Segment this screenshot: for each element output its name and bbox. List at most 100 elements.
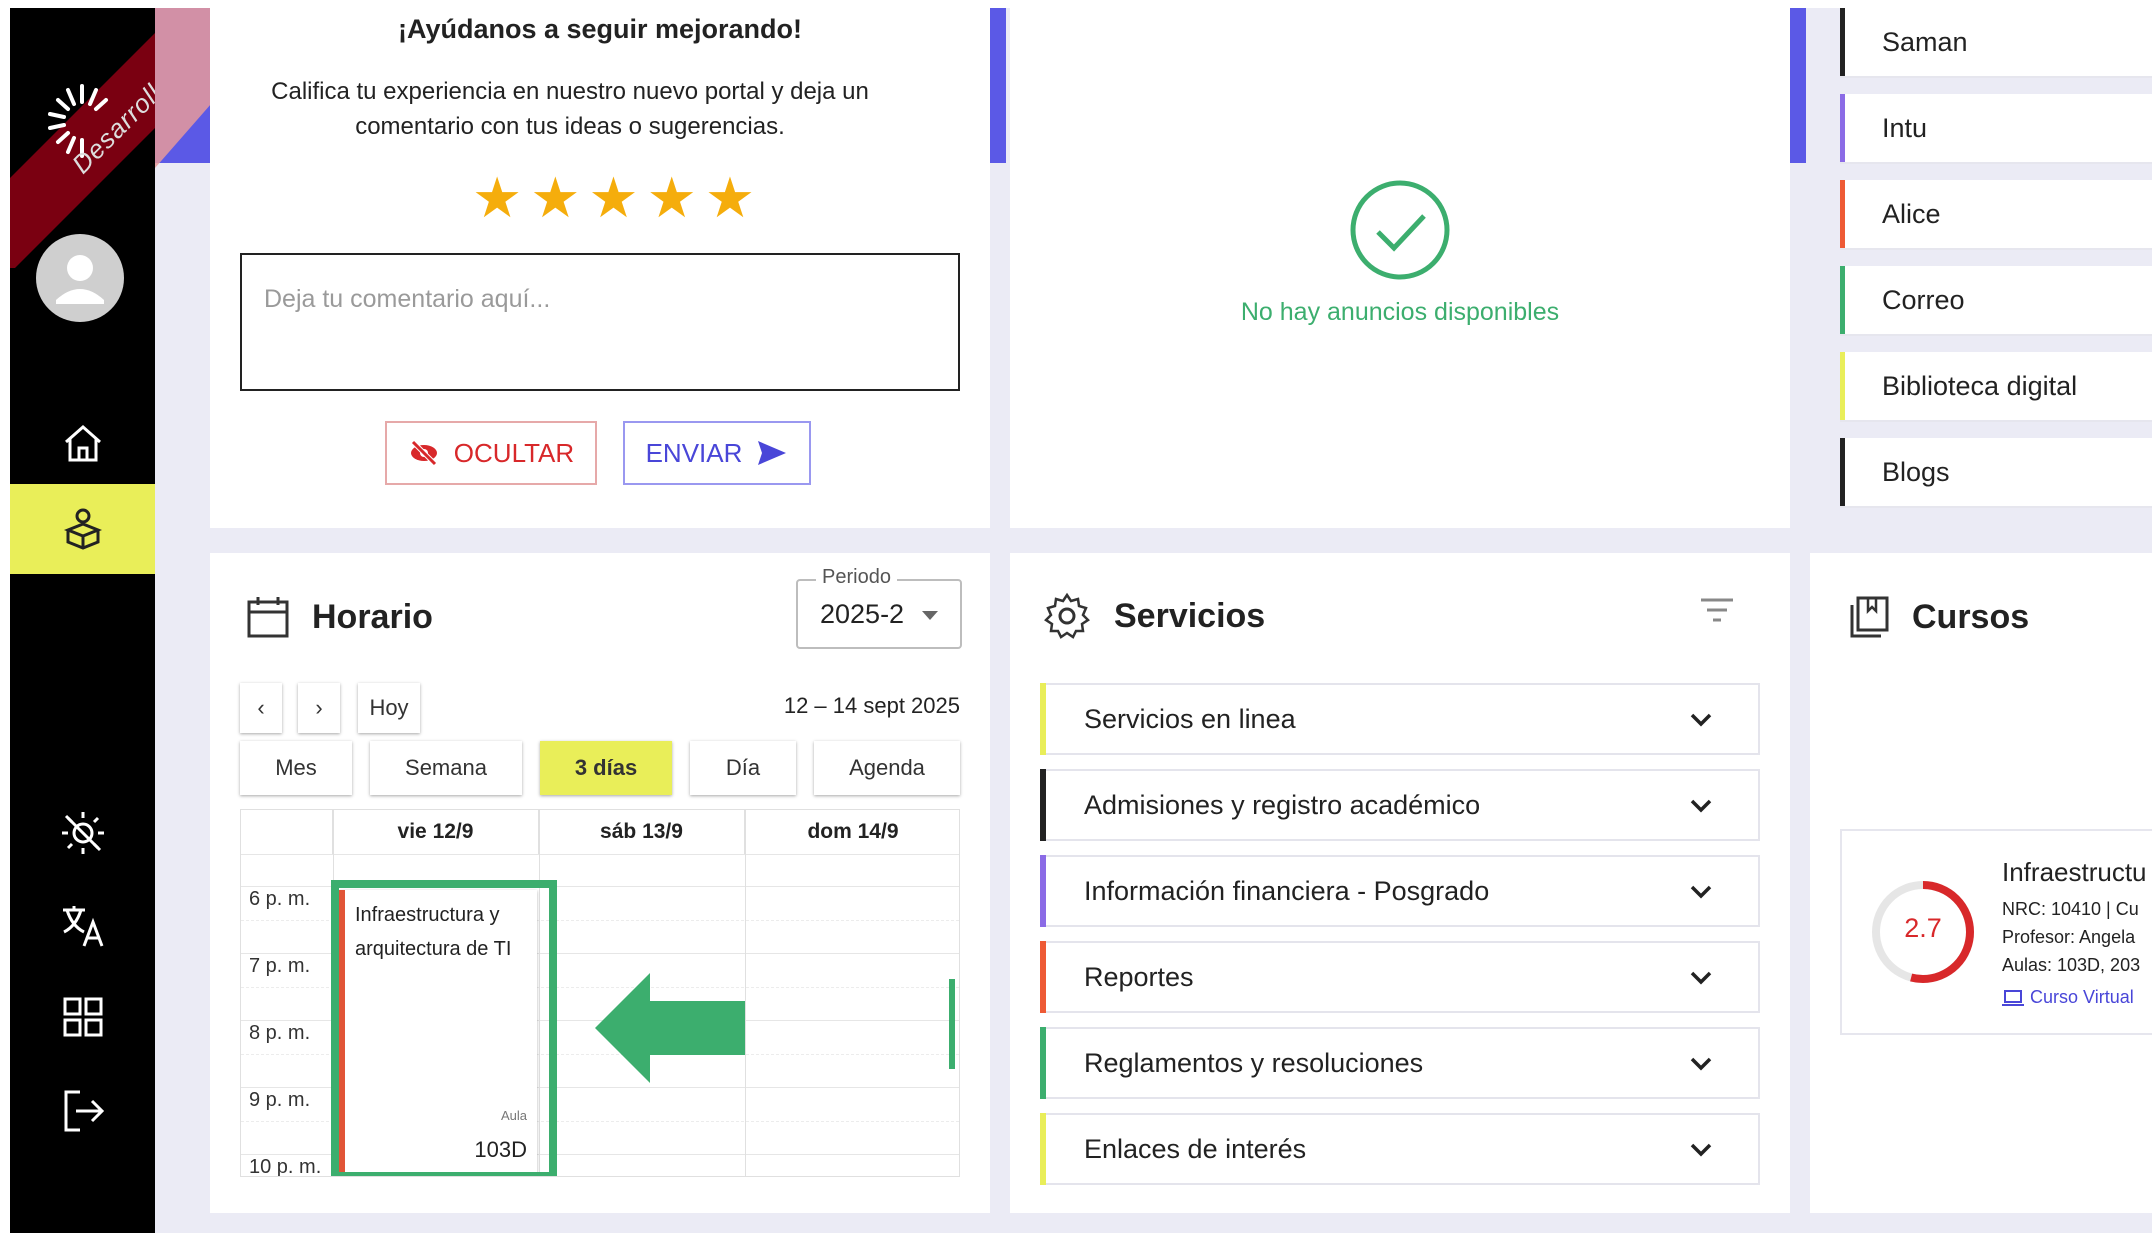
- send-button[interactable]: ENVIAR: [623, 421, 811, 485]
- send-label: ENVIAR: [645, 437, 743, 468]
- service-item[interactable]: Reglamentos y resoluciones: [1040, 1027, 1760, 1099]
- student-icon: [63, 508, 102, 550]
- link-label: Intu: [1882, 112, 1928, 143]
- schedule-card: Horario Periodo 2025-2 ‹ › Hoy 12 – 14 s…: [210, 553, 990, 1213]
- chevron-down-icon: [1690, 1057, 1712, 1071]
- view-day[interactable]: Día: [690, 741, 796, 795]
- translate-icon: [62, 906, 103, 947]
- virtual-course-link[interactable]: Curso Virtual: [2002, 987, 2134, 1008]
- service-label: Información financiera - Posgrado: [1084, 875, 1490, 906]
- link-label: Correo: [1882, 284, 1965, 315]
- view-agenda[interactable]: Agenda: [814, 741, 960, 795]
- view-3days[interactable]: 3 días: [540, 741, 672, 795]
- service-label: Reglamentos y resoluciones: [1084, 1047, 1424, 1078]
- service-label: Servicios en linea: [1084, 703, 1296, 734]
- link-bar: [1840, 438, 1845, 506]
- grid-line: [241, 854, 959, 855]
- grid-icon: [63, 997, 102, 1037]
- comment-input[interactable]: Deja tu comentario aquí...: [240, 253, 960, 391]
- service-bar: [1040, 769, 1046, 841]
- grid-line: [745, 810, 746, 1176]
- arrow-left-icon: [595, 973, 745, 1083]
- time-label: 6 p. m.: [249, 888, 311, 910]
- service-item[interactable]: Servicios en linea: [1040, 683, 1760, 755]
- course-name: Infraestructu: [2002, 857, 2147, 887]
- nav-home[interactable]: [10, 398, 155, 488]
- service-label: Reportes: [1084, 961, 1194, 992]
- star-icon[interactable]: ★: [647, 170, 697, 226]
- today-button[interactable]: Hoy: [358, 683, 420, 733]
- link-bar: [1840, 8, 1845, 76]
- calendar-icon: [247, 597, 289, 638]
- accent-bar: [1790, 8, 1806, 163]
- link-bar: [1840, 352, 1845, 420]
- star-icon[interactable]: ★: [472, 170, 522, 226]
- star-rating[interactable]: ★ ★ ★ ★ ★: [472, 170, 755, 226]
- virtual-course-label: Curso Virtual: [2030, 987, 2134, 1007]
- services-card: Servicios Servicios en linea Admisiones …: [1010, 553, 1790, 1213]
- service-item[interactable]: Enlaces de interés: [1040, 1113, 1760, 1185]
- chevron-down-icon: [1690, 799, 1712, 813]
- view-month[interactable]: Mes: [240, 741, 352, 795]
- caret-down-icon: [922, 611, 938, 620]
- courses-card: Cursos 2.7 Infraestructu NRC: 10410 | Cu…: [1810, 553, 2152, 1213]
- send-icon: [758, 441, 787, 465]
- time-header: [241, 810, 333, 854]
- filter-icon[interactable]: [1700, 597, 1734, 623]
- period-value: 2025-2: [820, 599, 905, 629]
- prev-button[interactable]: ‹: [240, 683, 282, 733]
- link-label: Biblioteca digital: [1882, 370, 2078, 401]
- portal-screen: Desarrollo ¡Ayúdanos a seguir mejorando!…: [10, 8, 2152, 1233]
- check-circle-icon: [1350, 180, 1450, 280]
- link-alice[interactable]: Alice: [1840, 180, 2152, 250]
- service-bar: [1040, 683, 1046, 755]
- announcements-card: No hay anuncios disponibles: [1010, 8, 1790, 528]
- schedule-title: Horario: [246, 595, 433, 639]
- service-label: Admisiones y registro académico: [1084, 789, 1481, 820]
- chevron-down-icon: [1690, 885, 1712, 899]
- nav-academic[interactable]: [10, 484, 155, 574]
- course-rooms: Aulas: 103D, 203: [2002, 955, 2141, 975]
- time-label: 7 p. m.: [249, 955, 311, 977]
- service-bar: [1040, 941, 1046, 1013]
- link-correo[interactable]: Correo: [1840, 266, 2152, 336]
- time-label: 8 p. m.: [249, 1022, 311, 1044]
- link-label: Saman: [1882, 26, 1968, 57]
- services-title-text: Servicios: [1114, 596, 1266, 635]
- service-item[interactable]: Información financiera - Posgrado: [1040, 855, 1760, 927]
- link-bar: [1840, 180, 1845, 248]
- book-icon: [1850, 596, 1889, 638]
- star-icon[interactable]: ★: [530, 170, 580, 226]
- brightness-off-icon: [61, 812, 104, 854]
- language-button[interactable]: [10, 880, 155, 970]
- day-header: sáb 13/9: [539, 810, 745, 854]
- service-item[interactable]: Admisiones y registro académico: [1040, 769, 1760, 841]
- view-week[interactable]: Semana: [370, 741, 522, 795]
- feedback-title: ¡Ayúdanos a seguir mejorando!: [397, 14, 803, 44]
- period-select[interactable]: Periodo 2025-2: [796, 566, 962, 649]
- home-icon: [64, 424, 101, 462]
- service-bar: [1040, 1027, 1046, 1099]
- hide-button[interactable]: OCULTAR: [385, 421, 597, 485]
- logout-button[interactable]: [10, 1066, 155, 1156]
- next-button[interactable]: ›: [298, 683, 340, 733]
- service-label: Enlaces de interés: [1084, 1133, 1307, 1164]
- link-biblioteca[interactable]: Biblioteca digital: [1840, 352, 2152, 422]
- chevron-down-icon: [1690, 971, 1712, 985]
- apps-button[interactable]: [10, 972, 155, 1062]
- star-icon[interactable]: ★: [705, 170, 755, 226]
- sidebar: Desarrollo: [10, 8, 178, 1233]
- service-item[interactable]: Reportes: [1040, 941, 1760, 1013]
- gear-icon: [1044, 592, 1090, 639]
- theme-toggle[interactable]: [10, 788, 155, 878]
- star-icon[interactable]: ★: [588, 170, 638, 226]
- feedback-card: ¡Ayúdanos a seguir mejorando! Califica t…: [210, 8, 990, 528]
- link-saman[interactable]: Saman: [1840, 8, 2152, 78]
- course-professor: Profesor: Angela: [2002, 927, 2136, 947]
- avatar[interactable]: [36, 234, 124, 322]
- link-blogs[interactable]: Blogs: [1840, 438, 2152, 508]
- chevron-down-icon: [1690, 713, 1712, 727]
- course-card[interactable]: 2.7 Infraestructu NRC: 10410 | Cu Profes…: [1840, 829, 2152, 1035]
- link-intu[interactable]: Intu: [1840, 94, 2152, 164]
- laptop-icon: [2002, 989, 2024, 1006]
